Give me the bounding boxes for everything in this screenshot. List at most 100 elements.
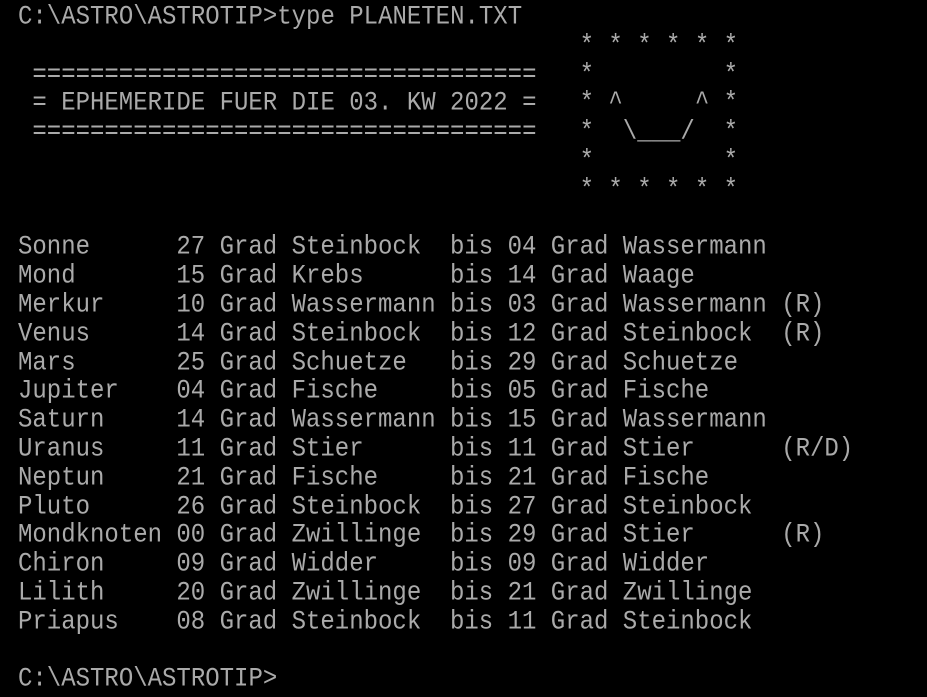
motion-note: (R/D): [781, 434, 854, 465]
to-degree: 05: [507, 376, 537, 407]
to-sign: Widder: [622, 549, 710, 580]
prompt: C:\ASTRO\ASTROTIP>: [18, 664, 278, 695]
from-sign: Steinbock: [291, 319, 422, 350]
unit-label: Grad: [550, 232, 609, 263]
command-line: C:\ASTRO\ASTROTIP>type PLANETEN.TXT: [18, 2, 522, 34]
separator: bis: [450, 405, 494, 436]
from-sign: Zwillinge: [291, 520, 422, 551]
from-sign: Steinbock: [291, 607, 422, 638]
unit-label: Grad: [219, 578, 278, 609]
body-name: Priapus: [18, 607, 119, 638]
smiley-art-line: * * * * * *: [579, 175, 739, 206]
header-title: = EPHEMERIDE FUER DIE 03. KW 2022 =: [32, 88, 537, 119]
from-sign: Wassermann: [291, 405, 436, 436]
from-sign: Stier: [291, 434, 364, 465]
body-name: Uranus: [18, 434, 105, 465]
unit-label: Grad: [219, 347, 278, 379]
dos-console[interactable]: { "colors": {"background": "#000000", "t…: [0, 0, 927, 696]
separator: bis: [450, 261, 494, 292]
to-degree: 15: [507, 405, 537, 436]
from-sign: Widder: [291, 549, 379, 580]
unit-label: Grad: [550, 463, 609, 494]
from-sign: Fische: [291, 376, 379, 407]
from-sign: Fische: [291, 463, 379, 494]
unit-label: Grad: [219, 319, 278, 350]
unit-label: Grad: [550, 405, 609, 436]
unit-label: Grad: [550, 376, 609, 407]
from-degree: 15: [176, 261, 206, 292]
body-name: Mond: [18, 261, 76, 292]
final-prompt-line[interactable]: C:\ASTRO\ASTROTIP>: [18, 665, 277, 697]
separator: bis: [450, 434, 494, 465]
separator: bis: [450, 463, 494, 494]
to-degree: 12: [507, 319, 537, 350]
separator: bis: [450, 520, 494, 551]
to-degree: 21: [507, 463, 537, 494]
from-sign: Steinbock: [291, 232, 422, 263]
unit-label: Grad: [219, 261, 278, 292]
from-sign: Steinbock: [291, 491, 422, 523]
from-degree: 14: [176, 319, 206, 350]
smiley-art-line: * *: [579, 146, 739, 177]
to-sign: Zwillinge: [622, 578, 753, 609]
from-sign: Zwillinge: [291, 578, 422, 609]
to-degree: 29: [507, 347, 537, 379]
unit-label: Grad: [550, 520, 609, 551]
from-degree: 25: [176, 347, 206, 379]
separator: bis: [450, 578, 494, 609]
to-degree: 21: [507, 578, 537, 609]
unit-label: Grad: [550, 607, 609, 638]
to-degree: 27: [507, 491, 537, 523]
unit-label: Grad: [550, 290, 609, 321]
unit-label: Grad: [219, 463, 278, 494]
to-sign: Fische: [622, 463, 710, 494]
prompt: C:\ASTRO\ASTROTIP>: [18, 2, 278, 33]
from-degree: 11: [176, 434, 206, 465]
from-degree: 20: [176, 578, 206, 609]
body-name: Neptun: [18, 463, 105, 494]
from-degree: 09: [176, 549, 206, 580]
to-sign: Stier: [622, 520, 695, 551]
unit-label: Grad: [550, 347, 609, 379]
from-sign: Schuetze: [291, 347, 407, 379]
from-degree: 00: [176, 520, 206, 551]
unit-label: Grad: [219, 290, 278, 321]
unit-label: Grad: [219, 491, 278, 523]
to-sign: Waage: [622, 261, 695, 292]
to-degree: 03: [507, 290, 537, 321]
separator: bis: [450, 376, 494, 407]
unit-label: Grad: [550, 261, 609, 292]
to-sign: Steinbock: [622, 491, 753, 523]
to-sign: Wassermann: [622, 232, 767, 263]
to-degree: 11: [507, 607, 537, 638]
motion-note: (R): [781, 290, 825, 321]
from-degree: 08: [176, 607, 206, 638]
body-name: Mondknoten: [18, 520, 163, 551]
to-sign: Schuetze: [622, 347, 739, 379]
separator: bis: [450, 319, 494, 350]
to-sign: Wassermann: [622, 405, 767, 436]
header-rule-top: ===================================: [32, 59, 537, 91]
to-degree: 04: [507, 232, 537, 263]
unit-label: Grad: [219, 405, 278, 436]
separator: bis: [450, 607, 494, 638]
smiley-art-line: * ^ ^ *: [579, 88, 739, 119]
body-name: Pluto: [18, 491, 91, 523]
to-degree: 11: [507, 434, 537, 465]
to-sign: Fische: [622, 376, 710, 407]
from-sign: Krebs: [291, 261, 364, 292]
separator: bis: [450, 549, 494, 580]
unit-label: Grad: [550, 434, 609, 465]
separator: bis: [450, 290, 494, 321]
unit-label: Grad: [219, 520, 278, 551]
to-degree: 09: [507, 549, 537, 580]
from-sign: Wassermann: [291, 290, 436, 321]
body-name: Jupiter: [18, 376, 119, 407]
body-name: Sonne: [18, 232, 91, 263]
body-name: Merkur: [18, 290, 105, 321]
separator: bis: [450, 347, 494, 379]
to-sign: Steinbock: [622, 607, 753, 638]
unit-label: Grad: [219, 376, 278, 407]
smiley-art-line: * * * * * *: [579, 31, 739, 62]
body-name: Mars: [18, 347, 76, 379]
